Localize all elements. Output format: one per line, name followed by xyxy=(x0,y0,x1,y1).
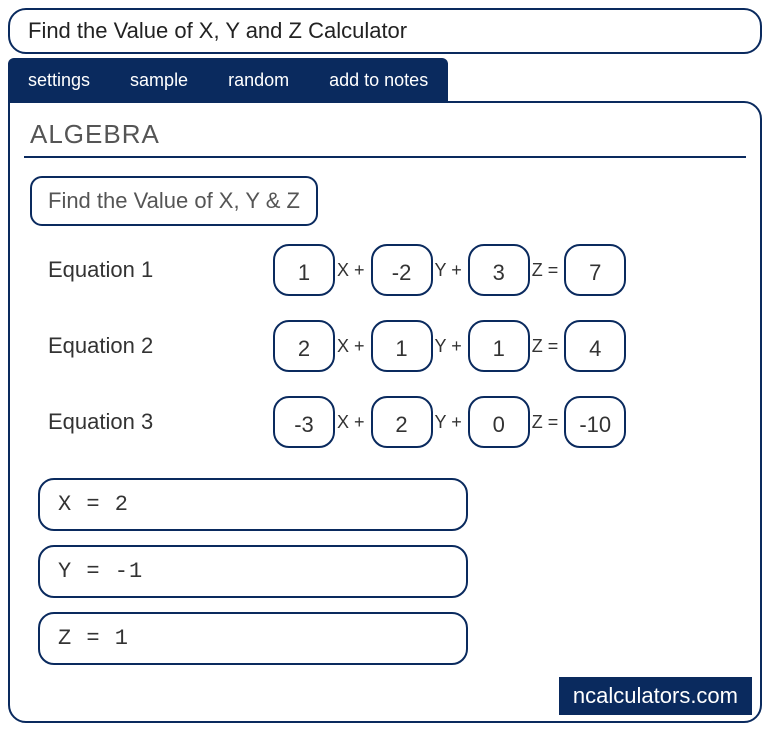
page-title: Find the Value of X, Y and Z Calculator xyxy=(28,18,742,44)
tab-random[interactable]: random xyxy=(208,58,309,103)
brand-badge[interactable]: ncalculators.com xyxy=(559,677,752,715)
eq1-y-input[interactable] xyxy=(371,244,433,296)
op-z-eq: Z = xyxy=(532,412,559,433)
title-bar: Find the Value of X, Y and Z Calculator xyxy=(8,8,762,54)
op-z-eq: Z = xyxy=(532,336,559,357)
eq1-z-input[interactable] xyxy=(468,244,530,296)
equation-3-label: Equation 3 xyxy=(48,409,273,435)
eq1-d-input[interactable] xyxy=(564,244,626,296)
eq3-x-input[interactable] xyxy=(273,396,335,448)
eq2-y-input[interactable] xyxy=(371,320,433,372)
equation-1-row: Equation 1 X + Y + Z = xyxy=(24,244,746,296)
equation-1-inputs: X + Y + Z = xyxy=(273,244,626,296)
op-y-plus: Y + xyxy=(435,336,462,357)
eq2-z-input[interactable] xyxy=(468,320,530,372)
op-x-plus: X + xyxy=(337,260,365,281)
content-panel: ALGEBRA Find the Value of X, Y & Z Equat… xyxy=(8,101,762,723)
eq3-y-input[interactable] xyxy=(371,396,433,448)
tabs-bar: settings sample random add to notes xyxy=(8,58,448,103)
op-y-plus: Y + xyxy=(435,412,462,433)
eq1-x-input[interactable] xyxy=(273,244,335,296)
eq2-d-input[interactable] xyxy=(564,320,626,372)
tab-sample[interactable]: sample xyxy=(110,58,208,103)
result-y: Y = -1 xyxy=(38,545,468,598)
subtitle-box: Find the Value of X, Y & Z xyxy=(30,176,318,226)
equation-1-label: Equation 1 xyxy=(48,257,273,283)
op-y-plus: Y + xyxy=(435,260,462,281)
op-x-plus: X + xyxy=(337,412,365,433)
op-x-plus: X + xyxy=(337,336,365,357)
result-z: Z = 1 xyxy=(38,612,468,665)
equation-2-row: Equation 2 X + Y + Z = xyxy=(24,320,746,372)
equation-3-row: Equation 3 X + Y + Z = xyxy=(24,396,746,448)
tab-settings[interactable]: settings xyxy=(8,58,110,103)
eq2-x-input[interactable] xyxy=(273,320,335,372)
equation-2-inputs: X + Y + Z = xyxy=(273,320,626,372)
tab-add-to-notes[interactable]: add to notes xyxy=(309,58,448,103)
eq3-d-input[interactable] xyxy=(564,396,626,448)
result-x: X = 2 xyxy=(38,478,468,531)
category-header: ALGEBRA xyxy=(24,117,746,158)
op-z-eq: Z = xyxy=(532,260,559,281)
equation-3-inputs: X + Y + Z = xyxy=(273,396,626,448)
eq3-z-input[interactable] xyxy=(468,396,530,448)
equation-2-label: Equation 2 xyxy=(48,333,273,359)
